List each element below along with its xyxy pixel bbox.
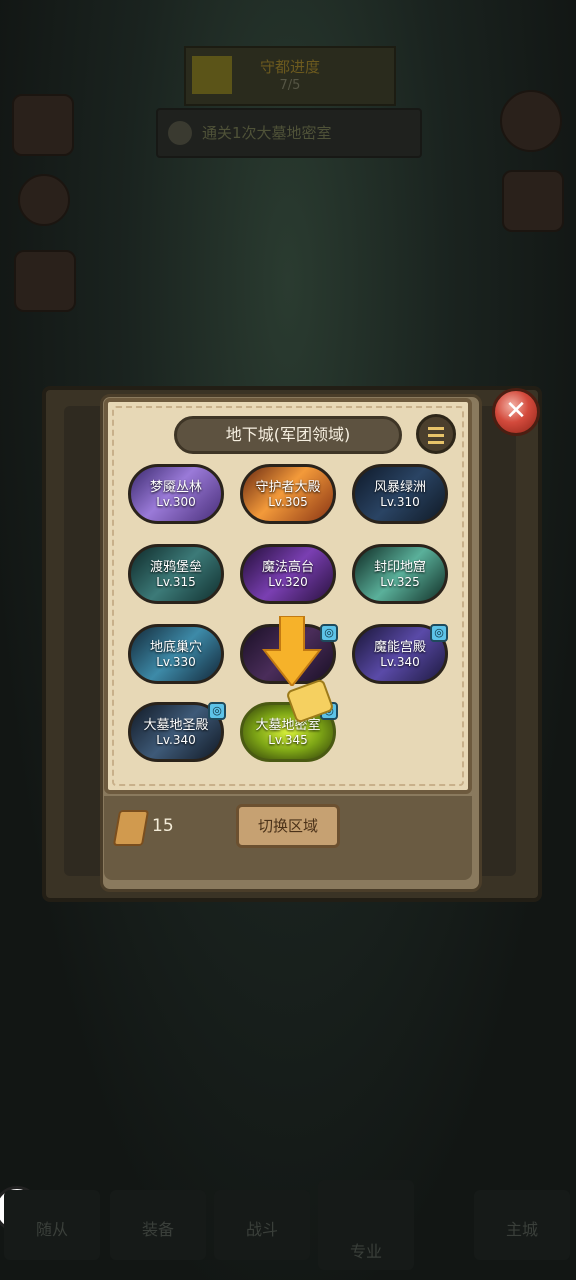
nav-label: 随从 xyxy=(35,1220,68,1239)
side-book-icon xyxy=(12,94,74,156)
side-gift-icon xyxy=(14,250,76,312)
dungeon-item[interactable]: 地底巢穴 Lv.330 xyxy=(128,624,224,684)
nav-label: 装备 xyxy=(141,1220,174,1239)
dungeon-item[interactable]: 风暴绿洲 Lv.310 xyxy=(352,464,448,524)
dialog-title: 地下城(军团领域) xyxy=(174,416,402,454)
dungeon-item[interactable]: 封印地窟 Lv.325 xyxy=(352,544,448,604)
guide-arrow-icon xyxy=(262,616,322,686)
quest-progress-box: 守都进度 7/5 xyxy=(184,46,396,106)
switch-area-button[interactable]: 切换区域 xyxy=(236,804,340,848)
dungeon-item[interactable]: 渡鸦堡垒 Lv.315 xyxy=(128,544,224,604)
menu-icon xyxy=(428,427,444,430)
task-bar: 通关1次大墓地密室 xyxy=(156,108,422,158)
new-badge-icon: ◎ xyxy=(430,624,448,642)
quest-title: 守都进度 xyxy=(259,58,320,76)
nav-label: 主城 xyxy=(505,1220,538,1239)
scroll-count: 15 xyxy=(152,816,174,836)
close-button[interactable]: ✕ xyxy=(492,388,540,436)
new-badge-icon: ◎ xyxy=(208,702,226,720)
close-icon: ✕ xyxy=(505,396,527,426)
scroll-icon xyxy=(112,810,150,846)
dungeon-item[interactable]: 梦魇丛林 Lv.300 xyxy=(128,464,224,524)
task-text: 通关1次大墓地密室 xyxy=(202,124,332,142)
dungeon-item[interactable]: 魔法高台 Lv.320 xyxy=(240,544,336,604)
side-coin-icon xyxy=(18,174,70,226)
nav-label: 专业 xyxy=(349,1242,382,1261)
settings-gear-icon xyxy=(500,90,562,152)
new-badge-icon: ◎ xyxy=(320,624,338,642)
dungeon-item[interactable]: 守护者大殿 Lv.305 xyxy=(240,464,336,524)
nav-label: 战斗 xyxy=(245,1220,278,1239)
menu-button[interactable] xyxy=(416,414,456,454)
task-icon xyxy=(168,121,192,145)
side-chest-icon xyxy=(502,170,564,232)
quest-progress: 7/5 xyxy=(279,78,301,93)
